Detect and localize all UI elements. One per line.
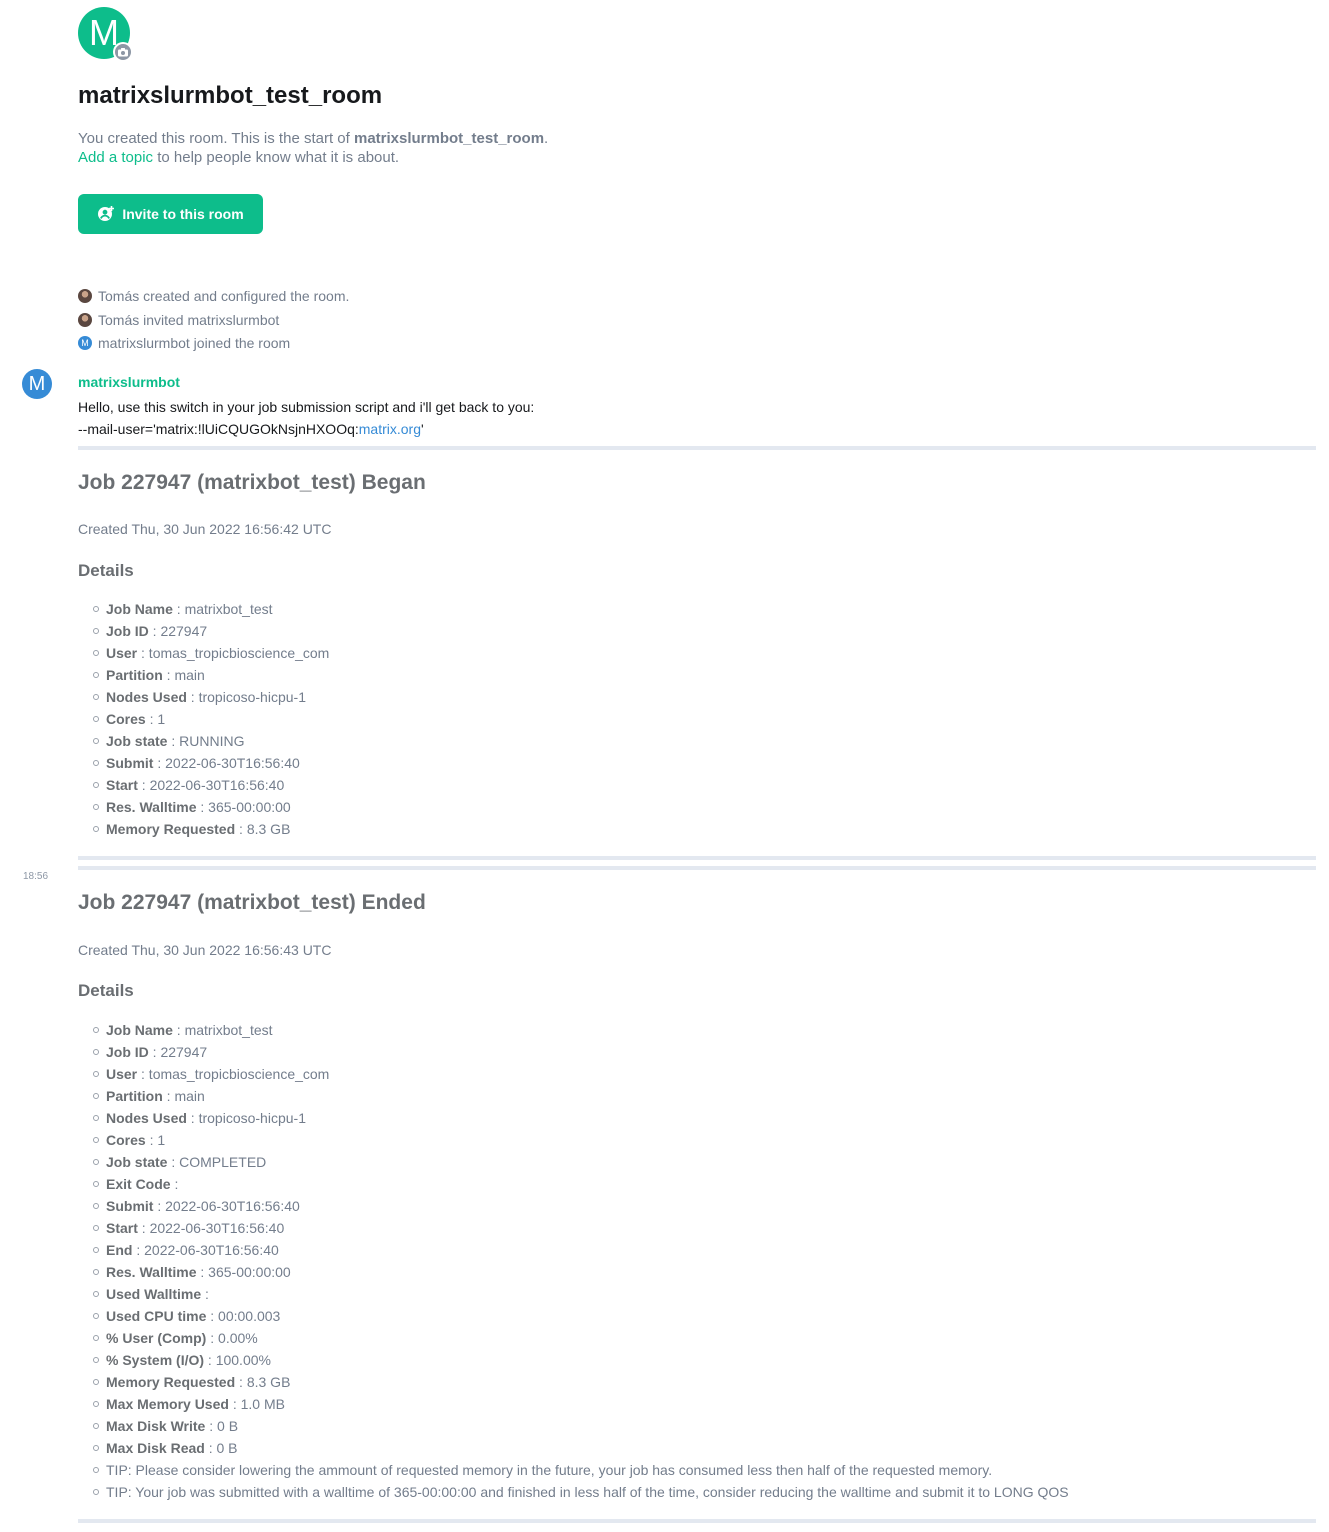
event-text: Tomás created and configured the room. — [98, 288, 350, 304]
message-line-2: --mail-user='matrix:!lUiCQUGOkNsjnHXOOq:… — [78, 421, 424, 437]
detail-item: Partition : main — [78, 1085, 1069, 1107]
detail-item: % User (Comp) : 0.00% — [78, 1327, 1069, 1349]
detail-item: Job Name : matrixbot_test — [78, 598, 329, 620]
detail-item: User : tomas_tropicbioscience_com — [78, 642, 329, 664]
detail-item: Job state : COMPLETED — [78, 1151, 1069, 1173]
detail-item: Nodes Used : tropicoso-hicpu-1 — [78, 1107, 1069, 1129]
detail-item: Cores : 1 — [78, 708, 329, 730]
detail-item: Memory Requested : 8.3 GB — [78, 818, 329, 840]
detail-item: Job Name : matrixbot_test — [78, 1019, 1069, 1041]
room-intro: You created this room. This is the start… — [78, 129, 548, 167]
matrix-org-link[interactable]: matrix.org — [359, 421, 421, 437]
event-invite: Tomás invited matrixslurmbot — [78, 312, 279, 328]
details-heading: Details — [78, 981, 134, 1000]
invite-button[interactable]: Invite to this room — [78, 194, 263, 234]
user-avatar[interactable] — [78, 289, 92, 303]
intro-prefix: You created this room. This is the start… — [78, 130, 354, 147]
job-ended-created: Created Thu, 30 Jun 2022 16:56:43 UTC — [78, 942, 332, 958]
detail-item: Used CPU time : 00:00.003 — [78, 1305, 1069, 1327]
event-text: Tomás invited matrixslurmbot — [98, 312, 280, 328]
detail-item: Exit Code : — [78, 1173, 1069, 1195]
detail-item: Max Disk Read : 0 B — [78, 1437, 1069, 1459]
intro-suffix: . — [544, 130, 549, 147]
message-timestamp[interactable]: 18:56 — [23, 871, 48, 882]
user-avatar[interactable] — [78, 313, 92, 327]
detail-item: Job ID : 227947 — [78, 1041, 1069, 1063]
detail-item: Used Walltime : — [78, 1283, 1069, 1305]
detail-item: Memory Requested : 8.3 GB — [78, 1371, 1069, 1393]
detail-item: Start : 2022-06-30T16:56:40 — [78, 774, 329, 796]
sender-name[interactable]: matrixslurmbot — [78, 374, 180, 390]
detail-item: End : 2022-06-30T16:56:40 — [78, 1239, 1069, 1261]
detail-item: Job state : RUNNING — [78, 730, 329, 752]
divider — [78, 446, 1316, 450]
topic-hint: to help people know what it is about. — [153, 149, 400, 166]
detail-item: Nodes Used : tropicoso-hicpu-1 — [78, 686, 329, 708]
detail-item: Max Disk Write : 0 B — [78, 1415, 1069, 1437]
tip-item: TIP: Your job was submitted with a wallt… — [78, 1481, 1069, 1503]
detail-item: Max Memory Used : 1.0 MB — [78, 1393, 1069, 1415]
detail-item: Cores : 1 — [78, 1129, 1069, 1151]
mail-switch-text: --mail-user='matrix:!lUiCQUGOkNsjnHXOOq: — [78, 421, 359, 437]
detail-item: Start : 2022-06-30T16:56:40 — [78, 1217, 1069, 1239]
add-person-icon — [98, 206, 115, 221]
tip-item: TIP: Please consider lowering the ammoun… — [78, 1459, 1069, 1481]
divider — [78, 856, 1316, 860]
message-line-1: Hello, use this switch in your job submi… — [78, 399, 535, 415]
details-heading: Details — [78, 561, 134, 580]
event-text: matrixslurmbot joined the room — [98, 335, 291, 351]
invite-button-label: Invite to this room — [122, 206, 244, 222]
detail-item: Partition : main — [78, 664, 329, 686]
detail-item: Job ID : 227947 — [78, 620, 329, 642]
intro-room-name: matrixslurmbot_test_room — [353, 130, 545, 147]
change-avatar-badge[interactable] — [113, 42, 133, 62]
divider — [78, 1519, 1316, 1523]
detail-item: Submit : 2022-06-30T16:56:40 — [78, 1195, 1069, 1217]
detail-item: User : tomas_tropicbioscience_com — [78, 1063, 1069, 1085]
job-began-title: Job 227947 (matrixbot_test) Began — [78, 471, 426, 494]
job-began-created: Created Thu, 30 Jun 2022 16:56:42 UTC — [78, 521, 332, 537]
detail-item: Submit : 2022-06-30T16:56:40 — [78, 752, 329, 774]
event-join: M matrixslurmbot joined the room — [78, 335, 290, 351]
job-ended-title: Job 227947 (matrixbot_test) Ended — [78, 891, 426, 914]
camera-icon — [115, 44, 131, 60]
bot-avatar[interactable]: M — [78, 336, 92, 350]
detail-item: Res. Walltime : 365-00:00:00 — [78, 796, 329, 818]
mail-switch-suffix: ' — [421, 421, 424, 437]
room-title: matrixslurmbot_test_room — [78, 82, 383, 109]
event-room-created: Tomás created and configured the room. — [78, 288, 349, 304]
add-topic-link[interactable]: Add a topic — [78, 149, 153, 166]
detail-item: Res. Walltime : 365-00:00:00 — [78, 1261, 1069, 1283]
divider — [78, 866, 1316, 870]
job-ended-details: Job Name : matrixbot_test Job ID : 22794… — [78, 1019, 1069, 1503]
job-began-details: Job Name : matrixbot_test Job ID : 22794… — [78, 598, 329, 840]
sender-avatar[interactable]: M — [22, 369, 52, 399]
detail-item: % System (I/O) : 100.00% — [78, 1349, 1069, 1371]
